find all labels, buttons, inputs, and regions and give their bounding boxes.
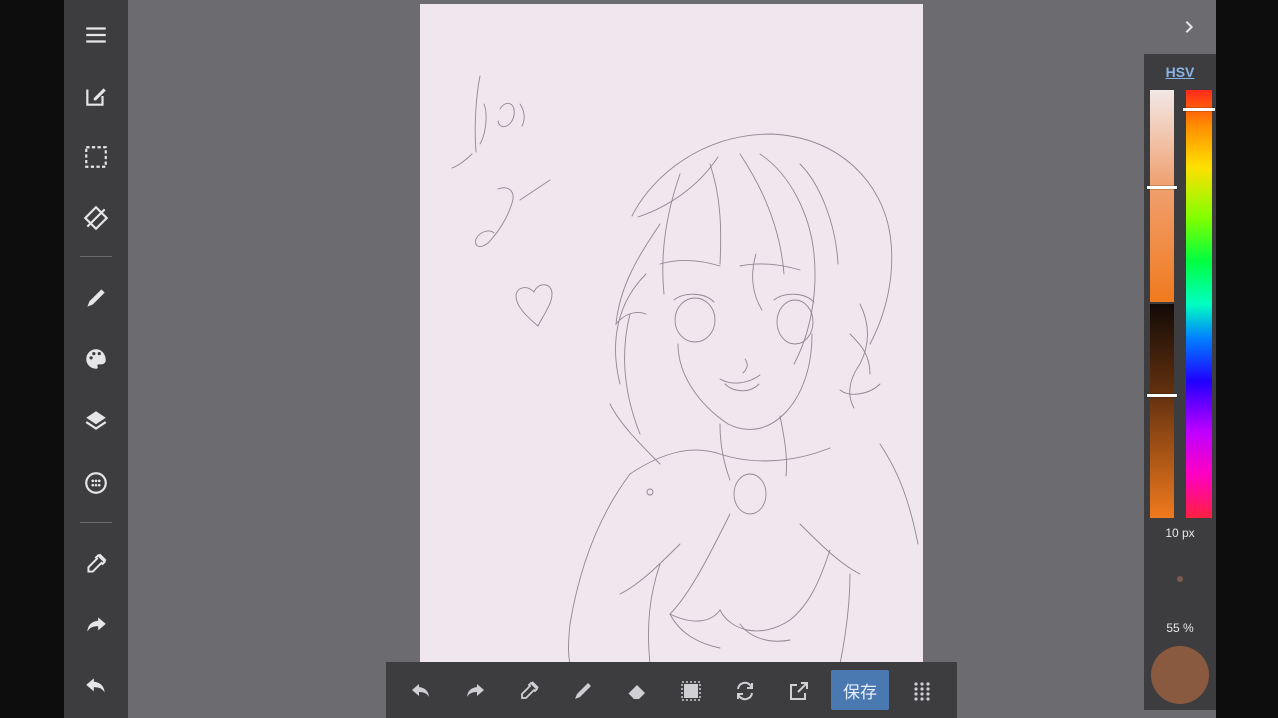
menu-button[interactable] — [64, 7, 128, 63]
toolbar-separator — [80, 256, 112, 257]
undo-button[interactable] — [64, 658, 128, 714]
selection-icon — [85, 146, 107, 168]
brush-preview-dot — [1177, 576, 1183, 582]
brush-icon — [87, 289, 105, 307]
letterbox-left — [0, 0, 64, 718]
eraser-button[interactable] — [610, 670, 664, 712]
transform-icon — [737, 681, 753, 701]
rotate-icon — [83, 205, 109, 231]
transform-button[interactable] — [718, 670, 772, 712]
apps-grid-icon — [914, 682, 930, 701]
eyedropper-button[interactable] — [64, 536, 128, 592]
redo-icon — [87, 617, 106, 632]
select-all-icon — [681, 681, 701, 701]
color-mode-toggle[interactable]: HSV — [1144, 64, 1216, 80]
eraser-icon — [627, 685, 645, 700]
value-handle[interactable] — [1147, 394, 1177, 397]
eyedropper-icon — [87, 553, 107, 573]
drawing-canvas[interactable] — [420, 4, 923, 664]
letterbox-right — [1216, 0, 1278, 718]
undo-button-bottom[interactable] — [394, 670, 448, 712]
palette-button[interactable] — [64, 331, 128, 387]
pen-button[interactable] — [556, 670, 610, 712]
export-button[interactable] — [772, 670, 826, 712]
rotate-button[interactable] — [64, 190, 128, 246]
material-icon — [85, 472, 107, 494]
eyedropper-icon — [521, 681, 539, 699]
layers-icon — [85, 411, 107, 430]
eyedropper-button-bottom[interactable] — [502, 670, 556, 712]
current-color-swatch[interactable] — [1151, 646, 1209, 704]
select-all-button[interactable] — [664, 670, 718, 712]
pen-icon — [575, 683, 591, 699]
opacity-label[interactable]: 55 % — [1144, 621, 1216, 635]
palette-icon — [86, 349, 106, 369]
value-slider[interactable] — [1150, 304, 1174, 518]
brush-size-label[interactable]: 10 px — [1144, 526, 1216, 540]
hue-handle[interactable] — [1183, 108, 1215, 111]
undo-icon — [412, 684, 429, 697]
apps-grid-button[interactable] — [895, 670, 949, 712]
materials-button[interactable] — [64, 455, 128, 511]
saturation-handle[interactable] — [1147, 186, 1177, 189]
brush-button[interactable] — [64, 270, 128, 326]
bottom-toolbar: 保存 — [386, 662, 957, 718]
collapse-panel-button[interactable] — [1174, 12, 1204, 42]
toolbar-separator — [80, 522, 112, 523]
color-panel: HSV 10 px 55 % — [1144, 54, 1216, 710]
hue-slider[interactable] — [1186, 90, 1212, 518]
left-toolbar — [64, 0, 128, 718]
edit-icon — [86, 88, 106, 106]
selection-button[interactable] — [64, 129, 128, 185]
layers-button[interactable] — [64, 393, 128, 449]
redo-button-bottom[interactable] — [448, 670, 502, 712]
undo-icon — [86, 678, 105, 693]
menu-icon — [86, 27, 106, 43]
redo-icon — [467, 684, 484, 697]
edit-button[interactable] — [64, 68, 128, 124]
sketch-drawing — [451, 75, 919, 664]
chevron-right-icon — [1185, 20, 1194, 34]
app-root: 保存 HSV 10 px 55 % — [0, 0, 1278, 718]
redo-button[interactable] — [64, 597, 128, 653]
export-icon — [790, 682, 808, 700]
saturation-slider[interactable] — [1150, 90, 1174, 302]
save-button[interactable]: 保存 — [831, 670, 889, 710]
